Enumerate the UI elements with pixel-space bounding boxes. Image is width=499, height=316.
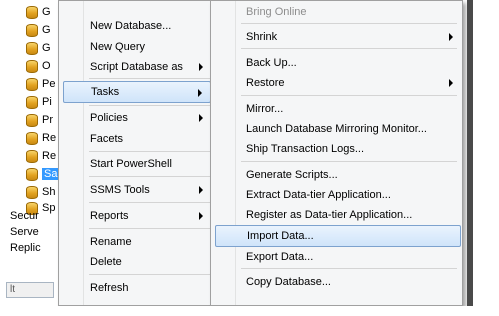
submenu-arrow-icon [449,79,453,87]
tree-folder-server-objects[interactable]: Serve [10,226,39,238]
menu-item-register-data-tier-application[interactable]: Register as Data-tier Application... [215,204,461,226]
menu-item-restore[interactable]: Restore [215,72,461,94]
screenshot-frame: G G G O Pe Pi Pr Re Re Sa Sh Sp Secur Se… [6,0,473,306]
menu-item-export-data[interactable]: Export Data... [215,246,461,268]
menu-separator [89,274,211,275]
tree-database-node[interactable]: G [8,40,51,56]
tree-database-node[interactable]: Pi [8,94,52,110]
menu-separator [89,78,211,79]
tree-database-node[interactable]: Re [8,130,56,146]
menu-item-delete[interactable]: Delete [63,251,211,273]
menu-item-new-database[interactable]: New Database... [63,15,211,37]
menu-item-extract-data-tier-application[interactable]: Extract Data-tier Application... [215,184,461,206]
menu-item-reports[interactable]: Reports [63,205,211,227]
menu-item-import-data[interactable]: Import Data... [215,225,461,247]
tasks-submenu: Bring Online Shrink Back Up... Restore M… [210,0,463,306]
menu-item-rename[interactable]: Rename [63,231,211,253]
database-icon [26,131,38,145]
tree-database-node[interactable]: Pr [8,112,53,128]
menu-item-mirror[interactable]: Mirror... [215,98,461,120]
tree-folder-security[interactable]: Secur [10,210,39,222]
database-icon [26,41,38,55]
object-explorer-tree: G G G O Pe Pi Pr Re Re Sa Sh Sp Secur Se… [6,0,66,306]
menu-separator [89,202,211,203]
menu-item-launch-mirroring-monitor[interactable]: Launch Database Mirroring Monitor... [215,118,461,140]
menu-item-back-up[interactable]: Back Up... [215,52,461,74]
tree-database-node[interactable]: O [8,58,51,74]
tree-database-node[interactable]: Re [8,148,56,164]
menu-item-ssms-tools[interactable]: SSMS Tools [63,179,211,201]
database-icon [26,5,38,19]
menu-item-tasks[interactable]: Tasks [63,81,211,103]
menu-separator [241,95,457,96]
menu-item-start-powershell[interactable]: Start PowerShell [63,153,211,175]
menu-separator [89,228,211,229]
menu-item-generate-scripts[interactable]: Generate Scripts... [215,164,461,186]
database-icon [26,95,38,109]
menu-item-copy-database[interactable]: Copy Database... [215,271,461,293]
menu-separator [89,176,211,177]
tree-folder-replication[interactable]: Replic [10,242,41,254]
menu-item-new-query[interactable]: New Query [63,36,211,58]
database-icon [26,167,38,181]
submenu-arrow-icon [449,33,453,41]
menu-separator [241,48,457,49]
menu-item-refresh[interactable]: Refresh [63,277,211,299]
menu-separator [241,268,457,269]
submenu-arrow-icon [199,212,203,220]
database-icon [26,185,38,199]
tree-database-node[interactable]: G [8,22,51,38]
menu-separator [241,161,457,162]
submenu-arrow-icon [199,186,203,194]
submenu-arrow-icon [199,63,203,71]
menu-item-facets[interactable]: Facets [63,128,211,150]
menu-separator [89,105,211,106]
database-icon [26,113,38,127]
menu-item-script-database-as[interactable]: Script Database as [63,56,211,78]
menu-item-policies[interactable]: Policies [63,107,211,129]
menu-item-bring-online[interactable]: Bring Online [215,1,461,23]
tree-database-node-selected[interactable]: Sa [8,166,60,182]
background-window-edge [467,0,473,306]
database-icon [26,59,38,73]
menu-separator [89,151,211,152]
database-context-menu: New Database... New Query Script Databas… [58,0,215,306]
tree-database-node[interactable]: Sh [8,184,55,200]
menu-separator [241,23,457,24]
submenu-arrow-icon [199,114,203,122]
tree-database-node[interactable]: Pe [8,76,55,92]
database-icon [26,149,38,163]
menu-item-shrink[interactable]: Shrink [215,26,461,48]
menu-item-ship-transaction-logs[interactable]: Ship Transaction Logs... [215,138,461,160]
database-icon [26,23,38,37]
tree-database-node[interactable]: G [8,4,51,20]
tree-horizontal-scrollbar[interactable]: lt [6,282,54,298]
submenu-arrow-icon [198,89,202,97]
database-icon [26,77,38,91]
